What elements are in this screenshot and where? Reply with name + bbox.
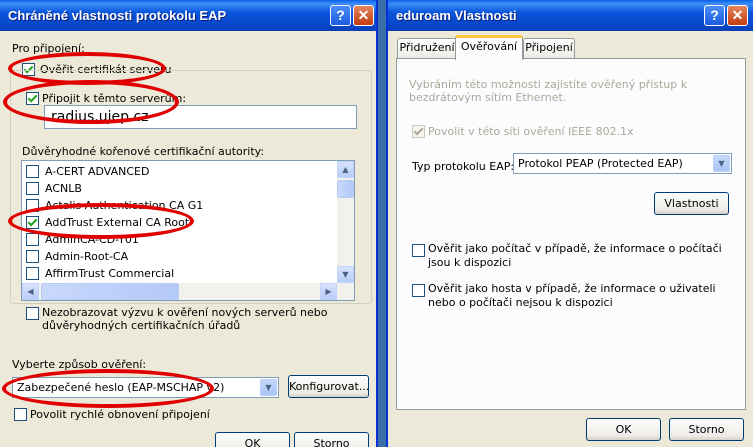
- close-button[interactable]: ✕: [353, 5, 374, 26]
- chevron-down-icon[interactable]: ▼: [260, 379, 277, 396]
- no-prompt-checkbox[interactable]: [26, 307, 39, 320]
- window-title: Chráněné vlastnosti protokolu EAP: [8, 8, 227, 23]
- ca-checkbox[interactable]: [26, 250, 39, 263]
- list-item[interactable]: A-CERT ADVANCED: [22, 163, 337, 180]
- tab-association[interactable]: Přidružení: [397, 38, 457, 58]
- ca-checkbox[interactable]: [26, 267, 39, 280]
- computer-auth-label: Ověřit jako počítač v případě, že inform…: [428, 242, 722, 269]
- tab-connection[interactable]: Připojení: [523, 38, 575, 58]
- annotation-circle: [2, 369, 214, 408]
- no-prompt-label: Nezobrazovat výzvu k ověření nových serv…: [42, 306, 328, 332]
- computer-auth-checkbox[interactable]: [412, 244, 425, 257]
- enable-8021x-checkbox[interactable]: [412, 125, 425, 138]
- chevron-down-icon[interactable]: ▼: [713, 155, 730, 172]
- guest-auth-checkbox[interactable]: [412, 284, 425, 297]
- cancel-button[interactable]: Storno: [294, 432, 369, 447]
- close-button[interactable]: ✕: [727, 5, 748, 26]
- annotation-circle: [8, 203, 194, 239]
- scroll-thumb[interactable]: [337, 180, 354, 198]
- list-item[interactable]: Admin-Root-CA: [22, 248, 337, 265]
- ca-item-label: ACNLB: [45, 182, 82, 195]
- list-item[interactable]: AffirmTrust Commercial: [22, 265, 337, 282]
- ca-label: Důvěryhodné kořenové certifikační autori…: [22, 145, 265, 158]
- window-title: eduroam Vlastnosti: [396, 8, 517, 23]
- title-bar: eduroam Vlastnosti ? ✕: [388, 0, 753, 31]
- ca-item-label: A-CERT ADVANCED: [45, 165, 150, 178]
- configure-button[interactable]: Konfigurovat...: [288, 375, 369, 398]
- help-button[interactable]: ?: [330, 5, 351, 26]
- horizontal-scrollbar[interactable]: ◀ ▶: [22, 283, 354, 300]
- ok-button[interactable]: OK: [215, 432, 290, 447]
- scroll-right-icon[interactable]: ▶: [320, 283, 337, 300]
- fast-reconnect-checkbox[interactable]: [14, 408, 27, 421]
- title-bar: Chráněné vlastnosti protokolu EAP ? ✕: [0, 0, 376, 31]
- ca-item-label: Admin-Root-CA: [45, 250, 129, 263]
- cancel-button[interactable]: Storno: [669, 418, 744, 441]
- authentication-panel: Vybráním této možnosti zajistíte ověřený…: [396, 58, 746, 410]
- guest-auth-label: Ověřit jako hosta v případě, že informac…: [428, 282, 716, 309]
- scroll-thumb[interactable]: [41, 283, 179, 300]
- eap-type-select[interactable]: Protokol PEAP (Protected EAP) ▼: [513, 153, 732, 174]
- tab-authentication[interactable]: Ověřování: [455, 35, 523, 60]
- ca-checkbox[interactable]: [26, 165, 39, 178]
- annotation-circle: [3, 80, 179, 124]
- help-button[interactable]: ?: [704, 5, 725, 26]
- ca-checkbox[interactable]: [26, 233, 39, 246]
- eduroam-properties-dialog: eduroam Vlastnosti ? ✕ Přidružení Ověřov…: [386, 0, 753, 447]
- ok-button[interactable]: OK: [586, 418, 661, 441]
- scroll-left-icon[interactable]: ◀: [22, 283, 39, 300]
- scroll-down-icon[interactable]: ▼: [337, 266, 354, 283]
- ca-item-label: AffirmTrust Commercial: [45, 267, 175, 280]
- vertical-scrollbar[interactable]: ▲ ▼: [337, 161, 354, 283]
- enable-8021x-label: Povolit v této síti ověření IEEE 802.1x: [428, 125, 634, 138]
- eap-type-value: Protokol PEAP (Protected EAP): [518, 157, 683, 170]
- list-item[interactable]: ACNLB: [22, 180, 337, 197]
- fast-reconnect-label: Povolit rychlé obnovení připojení: [30, 408, 210, 421]
- description-text: Vybráním této možnosti zajistíte ověřený…: [409, 78, 688, 104]
- eap-type-label: Typ protokolu EAP:: [412, 160, 515, 173]
- properties-button[interactable]: Vlastnosti: [654, 192, 729, 215]
- scroll-up-icon[interactable]: ▲: [337, 161, 354, 178]
- ca-checkbox[interactable]: [26, 182, 39, 195]
- eap-properties-dialog: Chráněné vlastnosti protokolu EAP ? ✕ Pr…: [0, 0, 378, 447]
